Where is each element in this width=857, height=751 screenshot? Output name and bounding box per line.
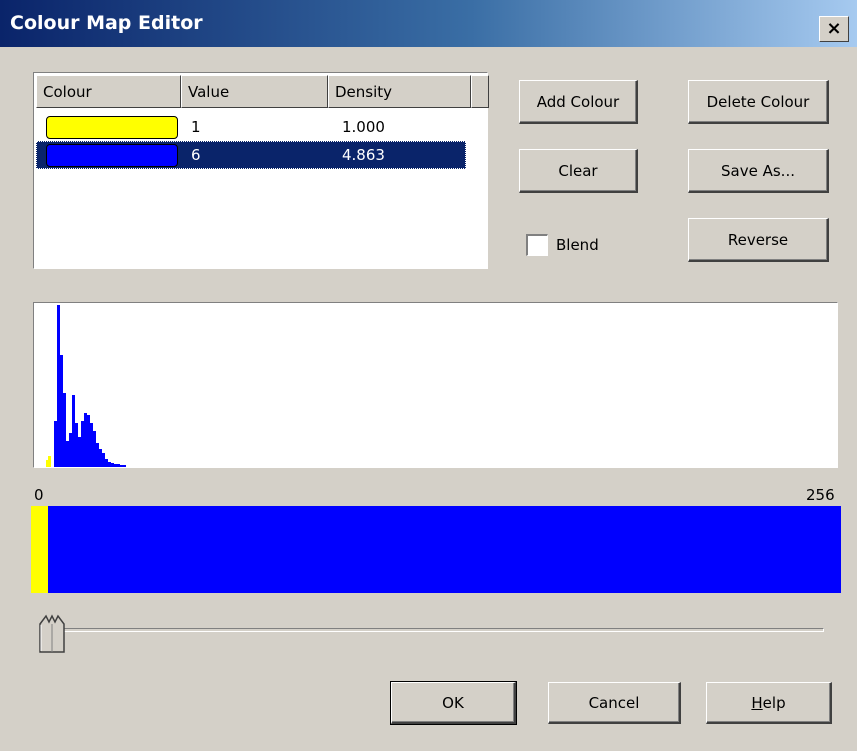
list-item-value: 6 (191, 146, 201, 164)
slider-thumb[interactable] (36, 614, 68, 654)
column-header-colour[interactable]: Colour (36, 75, 181, 108)
close-button[interactable]: × (819, 16, 849, 42)
histogram-bar (63, 393, 66, 467)
histogram-bar (84, 413, 87, 467)
colour-bar-segment-yellow (31, 506, 48, 593)
histogram-bar (78, 437, 81, 467)
cancel-button[interactable]: Cancel (548, 682, 681, 724)
histogram-bar (105, 459, 108, 467)
colour-list[interactable]: Colour Value Density 1 1.000 6 4.863 (33, 72, 489, 269)
histogram-plot (46, 305, 126, 467)
histogram-bar (60, 355, 63, 467)
histogram-bar (69, 433, 72, 467)
delete-colour-button[interactable]: Delete Colour (688, 80, 829, 124)
histogram-bar (75, 423, 78, 467)
histogram-bar (96, 443, 99, 467)
histogram-bar (87, 415, 90, 467)
colour-swatch-blue[interactable] (46, 144, 178, 167)
colour-bar (31, 506, 841, 593)
histogram-bar (66, 441, 69, 467)
list-item-density: 1.000 (342, 118, 385, 136)
slider-track[interactable] (44, 628, 824, 632)
help-button[interactable]: Help (706, 682, 832, 724)
range-min-label: 0 (34, 486, 44, 504)
reverse-button[interactable]: Reverse (688, 218, 829, 262)
histogram-bar (120, 465, 123, 467)
column-header-filler (471, 75, 489, 108)
title-bar: Colour Map Editor × (0, 0, 857, 47)
column-header-density[interactable]: Density (328, 75, 471, 108)
histogram-bar (93, 431, 96, 467)
blend-checkbox[interactable] (526, 234, 548, 256)
histogram-bar (48, 456, 51, 467)
histogram-bar (46, 460, 48, 467)
histogram-bar (72, 395, 75, 467)
histogram-bar (117, 464, 120, 467)
clear-button[interactable]: Clear (519, 149, 638, 193)
histogram (33, 302, 838, 468)
histogram-bar (123, 465, 126, 467)
close-icon: × (826, 18, 842, 39)
histogram-bar (57, 305, 60, 467)
blend-label[interactable]: Blend (556, 236, 599, 254)
list-item-density: 4.863 (342, 146, 385, 164)
list-header: Colour Value Density (36, 75, 489, 108)
histogram-bar (90, 423, 93, 467)
list-item[interactable]: 1 1.000 (36, 113, 466, 141)
histogram-bar (81, 421, 84, 467)
range-max-label: 256 (806, 486, 835, 504)
histogram-bar (108, 462, 111, 467)
add-colour-button[interactable]: Add Colour (519, 80, 638, 124)
histogram-bar (111, 463, 114, 467)
column-header-value[interactable]: Value (181, 75, 328, 108)
histogram-bar (54, 421, 57, 467)
save-as-button[interactable]: Save As... (688, 149, 829, 193)
list-item-value: 1 (191, 118, 201, 136)
colour-swatch-yellow[interactable] (46, 116, 178, 139)
histogram-bar (102, 453, 105, 467)
ok-button[interactable]: OK (390, 681, 517, 725)
histogram-bar (114, 464, 117, 467)
histogram-bar (99, 449, 102, 467)
window-title: Colour Map Editor (10, 12, 203, 34)
list-item-selected[interactable]: 6 4.863 (36, 141, 466, 169)
colour-bar-segment-blue (48, 506, 841, 593)
